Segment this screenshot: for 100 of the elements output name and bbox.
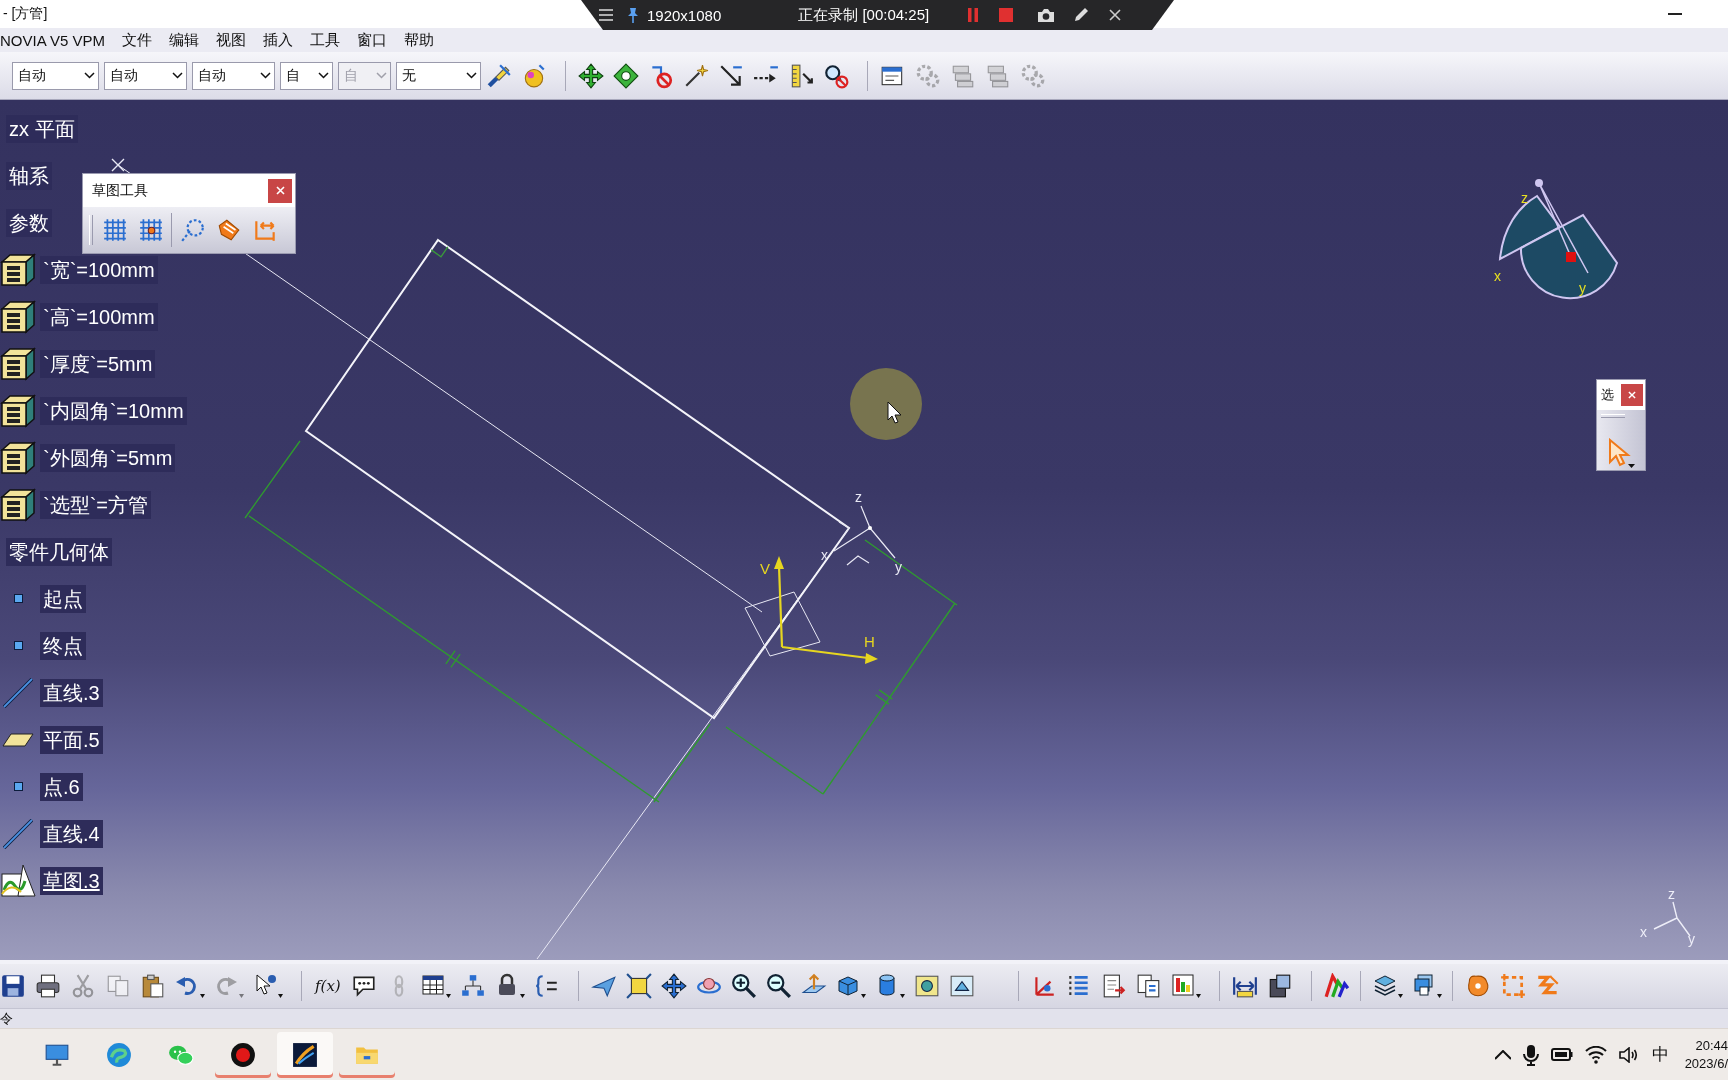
part-axes — [833, 505, 896, 566]
formula-box-icon — [0, 393, 36, 428]
grid-point-icon[interactable] — [138, 217, 164, 243]
close-icon — [275, 186, 285, 195]
chevron-up-icon[interactable] — [1494, 1049, 1511, 1060]
pen-icon[interactable] — [1073, 7, 1090, 23]
tree-item[interactable]: 轴系 — [6, 161, 52, 190]
hierarchy-icon[interactable] — [459, 973, 486, 999]
battery-icon[interactable] — [1550, 1048, 1573, 1061]
grid-icon[interactable] — [102, 217, 128, 243]
menu-item[interactable]: 窗口 — [357, 30, 388, 50]
move-arrows-icon[interactable] — [578, 62, 604, 89]
speaker-icon[interactable] — [1618, 1046, 1638, 1063]
dotted-circle-icon[interactable] — [180, 217, 206, 243]
menu-item[interactable]: 帮助 — [404, 30, 435, 50]
close-button[interactable] — [268, 178, 292, 203]
tree-item[interactable]: 平面.5 — [40, 725, 103, 754]
wifi-icon[interactable] — [1584, 1045, 1607, 1064]
tree-item[interactable]: `高`=100mm — [40, 302, 158, 331]
close-icon[interactable] — [1109, 9, 1122, 21]
pointer-icon[interactable] — [253, 973, 283, 999]
tree-item[interactable]: 零件几何体 — [6, 537, 112, 566]
tree-item[interactable]: 参数 — [6, 208, 52, 237]
stop-icon[interactable] — [999, 8, 1014, 22]
resolution-text: 1920x1080 — [647, 6, 722, 24]
documents-icon[interactable] — [1135, 973, 1162, 999]
constraint-icon[interactable] — [216, 217, 242, 243]
tree-item[interactable]: 直线.3 — [40, 678, 103, 707]
save-icon[interactable] — [0, 973, 26, 999]
menu-item[interactable]: 文件 — [122, 30, 153, 50]
rainbow-icon[interactable] — [1323, 973, 1350, 999]
pointer-highlight-icon — [850, 368, 922, 440]
stack-icon[interactable] — [1411, 973, 1442, 999]
brace-icon[interactable] — [533, 973, 560, 999]
tree-item[interactable]: 终点 — [40, 631, 86, 660]
camera-icon[interactable] — [1037, 7, 1056, 23]
axis-label: z — [1521, 190, 1528, 206]
taskbar-button[interactable] — [277, 1031, 333, 1078]
chevron-down-icon — [260, 72, 271, 79]
clipboard-icon[interactable] — [140, 973, 166, 999]
streak-tile-icon — [292, 1041, 318, 1068]
line-icon — [3, 677, 33, 708]
formula-box-icon — [0, 299, 36, 334]
panel-icon[interactable] — [948, 973, 975, 999]
tree-item[interactable]: 草图.3 — [40, 866, 103, 895]
airplane-icon[interactable] — [590, 973, 617, 999]
chevron-down-icon — [84, 72, 95, 79]
dropdown[interactable]: 自动 — [12, 61, 99, 90]
formula-box-icon — [0, 252, 36, 287]
window-title: - [方管] — [2, 5, 48, 23]
axis-label: y — [1688, 931, 1695, 947]
move-arrows-icon[interactable] — [660, 973, 687, 999]
tree-item[interactable]: `厚度`=5mm — [40, 349, 156, 378]
zoom-out-icon[interactable] — [765, 973, 792, 999]
clock-time: 20:44 — [1695, 1036, 1728, 1055]
table-icon[interactable] — [420, 973, 451, 999]
close-button[interactable] — [1621, 384, 1643, 406]
paintbrush-icon[interactable] — [486, 62, 512, 89]
menu-item[interactable]: NOVIA V5 VPM — [0, 31, 106, 49]
tree-item[interactable]: zx 平面 — [6, 114, 78, 143]
pin-icon[interactable] — [627, 7, 639, 23]
tree-item[interactable]: `内圆角`=10mm — [40, 396, 187, 425]
input-method-indicator[interactable]: 中 — [1651, 1043, 1669, 1066]
color-bars-icon[interactable] — [1170, 973, 1201, 999]
axis-label: z — [1668, 886, 1675, 902]
tree-item[interactable]: 直线.4 — [40, 819, 103, 848]
compass[interactable] — [1499, 179, 1618, 300]
zoom-in-icon[interactable] — [730, 973, 757, 999]
layers-icon[interactable] — [1372, 973, 1403, 999]
tree-item[interactable]: `外圆角`=5mm — [40, 443, 176, 472]
menu-item[interactable]: 工具 — [310, 30, 341, 50]
formula-button[interactable]: f(x) — [314, 977, 342, 995]
wand-icon[interactable] — [683, 62, 709, 89]
tree-item[interactable]: 起点 — [40, 584, 86, 613]
dropdown[interactable]: 自动 — [104, 61, 187, 90]
pause-icon[interactable] — [967, 7, 980, 23]
chevron-down-icon — [172, 72, 183, 79]
diamond-arrows-icon[interactable] — [613, 62, 639, 89]
dropdown[interactable]: 无 — [396, 61, 481, 90]
magnifier-icon[interactable] — [823, 62, 849, 89]
menu-item[interactable]: 编辑 — [169, 30, 200, 50]
dropdown[interactable]: 自 — [280, 61, 333, 90]
menu-item[interactable]: 视图 — [216, 30, 247, 50]
menu-icon[interactable] — [599, 9, 613, 21]
dropdown[interactable]: 自动 — [192, 61, 275, 90]
axis-label: z — [855, 489, 862, 505]
fit-all-icon[interactable] — [625, 973, 652, 999]
microphone-icon[interactable] — [1522, 1043, 1539, 1066]
tree-item[interactable]: `选型`=方管 — [40, 490, 151, 519]
tree-item[interactable]: 点.6 — [40, 772, 83, 801]
right-angle-mark — [430, 246, 449, 258]
printer-icon[interactable] — [35, 973, 61, 999]
chevron-down-icon — [466, 72, 477, 79]
tree-item[interactable]: `宽`=100mm — [40, 255, 158, 284]
formula-box-icon — [0, 487, 36, 522]
axis-label: y — [895, 559, 902, 575]
hide-show-icon[interactable] — [913, 973, 940, 999]
menu-item[interactable]: 插入 — [263, 30, 294, 50]
panel-title: 选 — [1601, 386, 1614, 404]
axis-label: x — [1640, 924, 1647, 940]
